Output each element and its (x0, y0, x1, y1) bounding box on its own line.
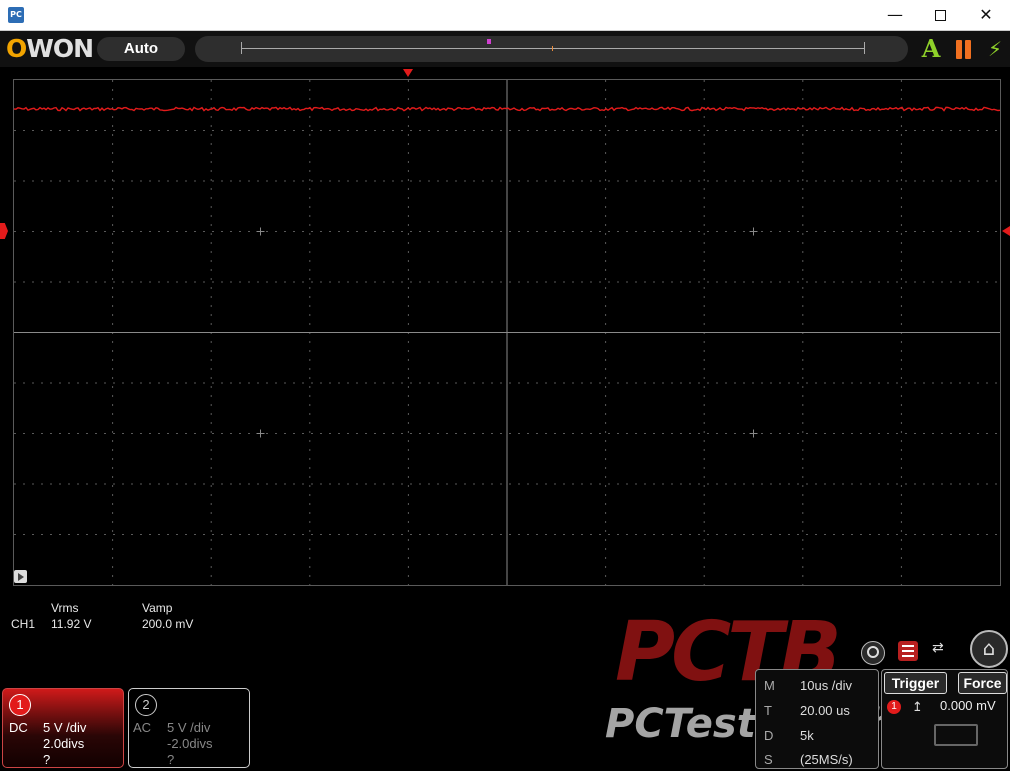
channel-2-badge: 2 (135, 694, 157, 716)
title-bar: PC — ✕ (0, 0, 1010, 31)
trigger-panel: Trigger Force 1 ↥ 0.000 mV (881, 669, 1008, 769)
trigger-level-value: 0.000 mV (940, 698, 996, 713)
ch2-offset: -2.0divs (167, 736, 213, 751)
ch1-extra: ? (43, 752, 51, 767)
minimize-button[interactable]: — (872, 0, 918, 30)
ch2-extra: ? (167, 752, 175, 767)
ch1-scale: 5 V /div (43, 720, 87, 735)
ch1-waveform-path (14, 106, 1000, 112)
projector-icon (934, 724, 978, 746)
minimize-icon: — (887, 5, 903, 24)
memory-timeline[interactable] (195, 36, 908, 62)
lightning-icon[interactable]: ⚡ (982, 35, 1008, 63)
maximize-button[interactable] (917, 0, 963, 30)
acquire-mode-button[interactable]: Auto (97, 37, 185, 61)
owon-logo: OWON (6, 34, 94, 63)
ch1-offset: 2.0divs (43, 736, 85, 751)
timeline-position-tick (552, 46, 553, 51)
ch1-trace (14, 106, 1000, 112)
play-corner-button[interactable] (14, 570, 27, 583)
meas-value-vrms: 11.92 V (51, 617, 92, 631)
meas-row-label: CH1 (11, 617, 36, 631)
waveform-display[interactable] (13, 79, 1001, 586)
auto-set-icon[interactable]: A (918, 35, 944, 63)
trigger-source-badge: 1 (887, 700, 901, 714)
swap-icon[interactable]: ⇄ (932, 640, 956, 662)
zoom-icon[interactable] (861, 641, 885, 665)
play-icon (18, 573, 24, 581)
ch2-coupling: AC (133, 720, 152, 735)
save-icon[interactable] (898, 641, 918, 661)
force-button[interactable]: Force (958, 672, 1007, 694)
close-button[interactable]: ✕ (963, 0, 1009, 30)
timeline-start-tick (241, 42, 242, 54)
trigger-position-marker[interactable] (487, 39, 491, 44)
trigger-button[interactable]: Trigger (884, 672, 947, 694)
maximize-icon (934, 10, 946, 21)
timeline-track (241, 48, 865, 49)
channel-1-panel[interactable]: 1 DC 5 V /div 2.0divs ? (2, 688, 124, 768)
pause-icon[interactable] (951, 35, 977, 63)
channel-1-badge: 1 (9, 694, 31, 716)
channel-2-panel[interactable]: 2 AC 5 V /div -2.0divs ? (128, 688, 250, 768)
ch2-scale: 5 V /div (167, 720, 211, 735)
rising-edge-icon: ↥ (912, 700, 923, 715)
home-icon[interactable]: ⌂ (970, 630, 1008, 668)
logo-text: WON (26, 34, 94, 63)
trigger-time-marker[interactable] (403, 69, 413, 77)
meas-value-vamp: 200.0 mV (142, 617, 194, 631)
toolbar: OWON Auto A ⚡ (0, 31, 1010, 67)
close-icon: ✕ (979, 5, 993, 24)
app-icon: PC (8, 7, 24, 23)
timeline-end-tick (864, 42, 865, 54)
ch1-level-marker[interactable] (0, 223, 8, 239)
meas-header-vrms: Vrms (51, 601, 79, 615)
meas-header-vamp: Vamp (142, 601, 173, 615)
ch1-coupling: DC (9, 720, 28, 735)
timebase-panel[interactable]: M 10us /div T 20.00 us D 5k S (25MS/s) (755, 669, 879, 769)
trigger-level-marker[interactable] (1002, 226, 1010, 236)
